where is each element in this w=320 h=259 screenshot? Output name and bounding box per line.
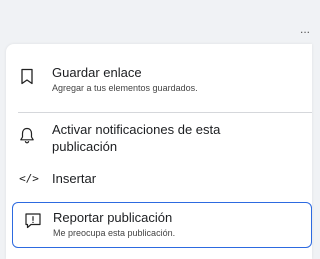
menu-item-title-line2: publicación bbox=[52, 139, 118, 154]
menu-item-save-link[interactable]: Guardar enlace Agregar a tus elementos g… bbox=[6, 62, 306, 102]
menu-item-title: Insertar bbox=[52, 171, 97, 186]
menu-item-notifications[interactable]: Activar notificaciones de esta publicaci… bbox=[6, 122, 306, 158]
menu-item-report[interactable]: Reportar publicación Me preocupa esta pu… bbox=[12, 202, 312, 248]
menu-item-title: Reportar publicación bbox=[53, 210, 173, 225]
code-icon: </> bbox=[19, 171, 39, 185]
report-icon bbox=[24, 212, 42, 230]
more-options-button[interactable]: ... bbox=[300, 22, 310, 36]
menu-item-title: Guardar enlace bbox=[52, 65, 142, 80]
menu-item-title-line1: Activar notificaciones de esta bbox=[52, 122, 221, 137]
menu-divider bbox=[18, 112, 312, 113]
menu-item-embed[interactable]: </> Insertar bbox=[6, 168, 306, 190]
post-options-menu: Guardar enlace Agregar a tus elementos g… bbox=[6, 44, 312, 259]
bookmark-icon bbox=[18, 67, 36, 85]
bell-icon bbox=[18, 126, 36, 144]
menu-item-subtitle: Me preocupa esta publicación. bbox=[53, 228, 176, 238]
menu-item-subtitle: Agregar a tus elementos guardados. bbox=[52, 83, 198, 93]
post-header: ... bbox=[0, 0, 312, 48]
